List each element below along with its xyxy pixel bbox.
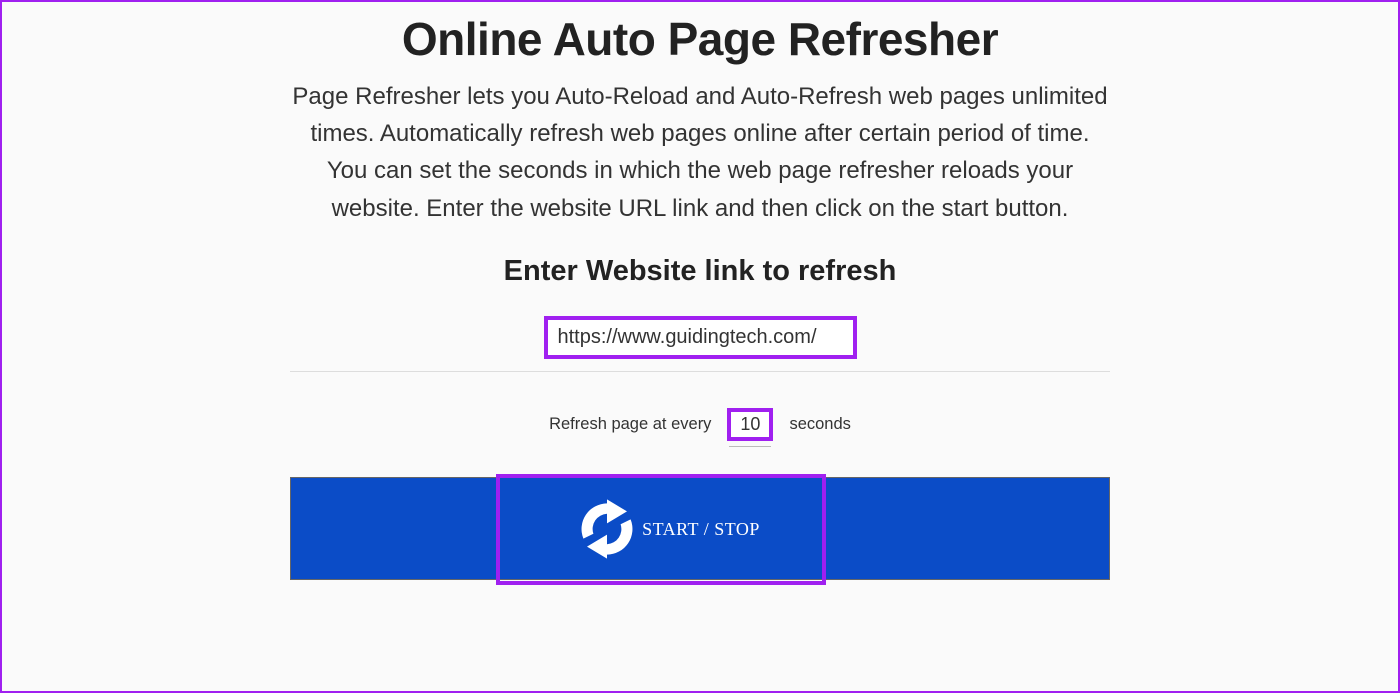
main-container: Online Auto Page Refresher Page Refreshe…: [290, 2, 1110, 580]
url-input[interactable]: [558, 326, 843, 349]
seconds-input[interactable]: [737, 414, 763, 435]
interval-row: Refresh page at every seconds: [290, 408, 1110, 441]
form-subtitle: Enter Website link to refresh: [290, 255, 1110, 288]
refresh-icon: [562, 489, 652, 569]
seconds-input-highlight: [727, 408, 773, 441]
page-description: Page Refresher lets you Auto-Reload and …: [290, 78, 1110, 227]
url-section: [290, 316, 1110, 372]
seconds-underline: [729, 446, 771, 447]
interval-prefix-label: Refresh page at every: [549, 415, 711, 434]
url-input-highlight: [544, 316, 857, 359]
start-stop-label: START / STOP: [642, 519, 760, 540]
interval-suffix-label: seconds: [789, 415, 850, 434]
start-stop-highlight: START / STOP: [496, 474, 826, 585]
start-stop-button[interactable]: START / STOP: [290, 477, 1110, 580]
page-title: Online Auto Page Refresher: [290, 12, 1110, 66]
